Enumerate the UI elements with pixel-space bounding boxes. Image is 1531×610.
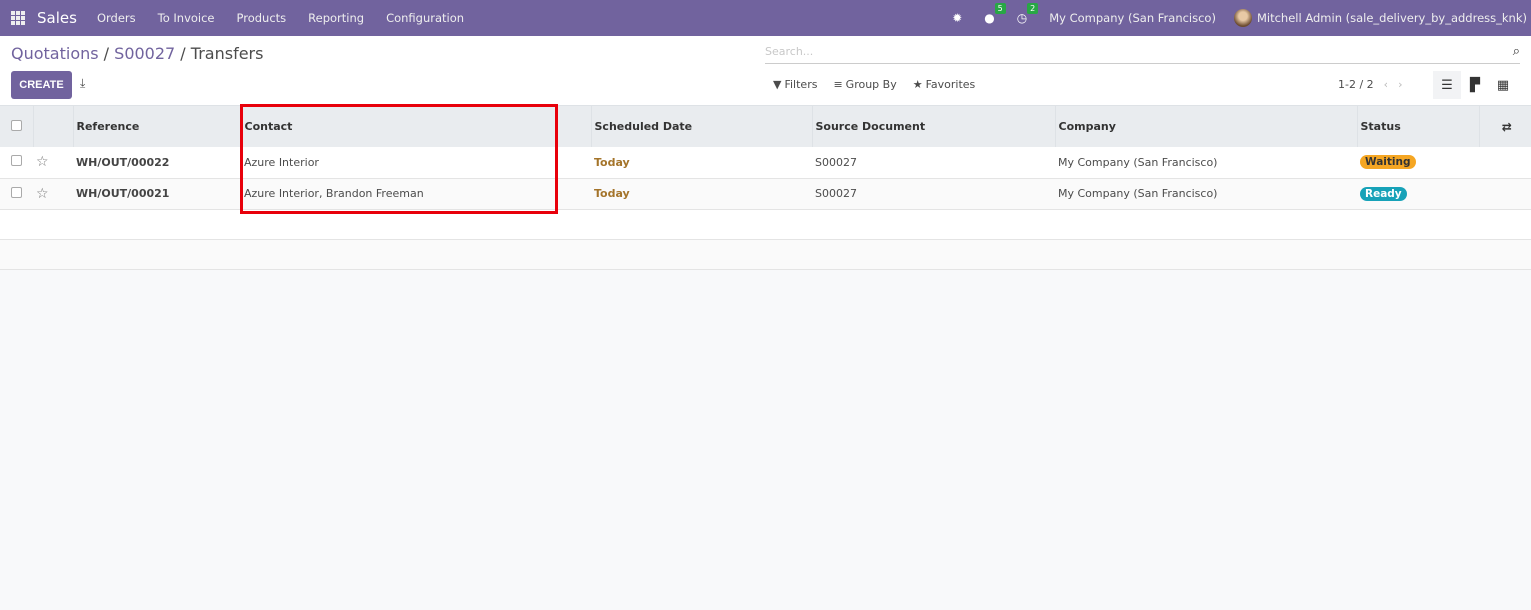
groupby-label: Group By (845, 78, 897, 91)
empty-row (0, 239, 1531, 269)
pager: 1-2 / 2 ‹ › (1338, 78, 1402, 91)
view-switcher: ☰ ▛ ▦ (1433, 71, 1517, 99)
create-button[interactable]: CREATE (11, 71, 72, 99)
company-cell: My Company (San Francisco) (1058, 155, 1218, 169)
row-star-cell: ☆ (33, 178, 73, 209)
clock-icon: ◷ (1016, 11, 1028, 25)
favorites-button[interactable]: ★ Favorites (913, 78, 976, 91)
optional-columns-icon[interactable]: ⇄ (1478, 106, 1531, 147)
messages-button[interactable]: ● 5 (984, 3, 1006, 25)
breadcrumb-order[interactable]: S00027 (114, 44, 175, 63)
chat-icon: ● (984, 11, 995, 25)
calendar-view-button[interactable]: ▦ (1489, 71, 1517, 99)
column-header-source-document[interactable]: Source Document (811, 106, 1055, 147)
status-badge: Waiting (1360, 155, 1416, 170)
chevron-right-icon[interactable]: › (1398, 78, 1402, 91)
column-header-reference[interactable]: Reference (72, 106, 241, 147)
search-bar: ⌕ (765, 40, 1520, 64)
calendar-icon: ▦ (1496, 77, 1510, 93)
user-menu[interactable]: Mitchell Admin (sale_delivery_by_address… (1257, 11, 1527, 25)
breadcrumb-quotations[interactable]: Quotations (11, 44, 99, 63)
column-header-scheduled-date[interactable]: Scheduled Date (590, 106, 812, 147)
breadcrumb: Quotations / S00027 / Transfers (11, 44, 263, 63)
row-checkbox[interactable] (11, 186, 22, 198)
layers-icon: ≡ (833, 78, 843, 91)
breadcrumb-current: Transfers (190, 44, 264, 63)
column-header-company[interactable]: Company (1054, 106, 1357, 147)
activities-badge: 2 (1027, 3, 1039, 14)
top-navbar: Sales Orders To Invoice Products Reporti… (0, 0, 1531, 36)
status-cell: Ready (1357, 178, 1479, 209)
pager-value[interactable]: 1-2 / 2 (1338, 78, 1374, 91)
menu-products[interactable]: Products (237, 11, 287, 25)
search-input[interactable] (765, 45, 1513, 58)
company-switcher[interactable]: My Company (San Francisco) (1049, 11, 1216, 25)
column-header-contact[interactable]: Contact (240, 106, 591, 147)
status-cell: Waiting (1357, 147, 1479, 178)
breadcrumb-separator: / (175, 44, 191, 63)
kanban-view-button[interactable]: ▛ (1461, 71, 1489, 99)
bug-icon[interactable]: ✹ (952, 11, 962, 25)
menu-to-invoice[interactable]: To Invoice (158, 11, 215, 25)
groupby-button[interactable]: ≡ Group By (833, 78, 896, 91)
row-select-cell (0, 178, 33, 209)
contact-cell: Azure Interior (244, 155, 319, 169)
scheduled-date-cell: Today (594, 187, 630, 200)
control-panel: Quotations / S00027 / Transfers CREATE ⤓… (0, 36, 1531, 106)
app-name[interactable]: Sales (37, 9, 77, 27)
column-header-status[interactable]: Status (1356, 106, 1479, 147)
scheduled-date-cell: Today (594, 155, 630, 169)
source-document-cell: S00027 (815, 155, 857, 169)
download-icon[interactable]: ⤓ (80, 76, 85, 91)
search-icon[interactable]: ⌕ (1513, 44, 1520, 59)
apps-menu-button[interactable] (0, 0, 36, 36)
table-row[interactable]: ☆ WH/OUT/00021 Azure Interior, Brandon F… (0, 178, 1531, 209)
chevron-left-icon[interactable]: ‹ (1384, 78, 1388, 91)
empty-cell (1479, 147, 1531, 178)
filters-button[interactable]: ▼ Filters (773, 78, 817, 91)
empty-row (0, 209, 1531, 239)
star-icon: ★ (912, 78, 923, 91)
table-row[interactable]: ☆ WH/OUT/00022 Azure Interior Today S000… (0, 147, 1531, 178)
status-badge: Ready (1360, 186, 1407, 201)
avatar[interactable] (1233, 9, 1252, 27)
reference-cell: WH/OUT/00021 (76, 187, 170, 200)
favorites-label: Favorites (925, 78, 976, 91)
select-all-checkbox[interactable] (11, 119, 22, 131)
transfers-list: Reference Contact Scheduled Date Source … (0, 106, 1531, 270)
breadcrumb-separator: / (98, 44, 115, 63)
list-view-button[interactable]: ☰ (1433, 71, 1461, 99)
menu-reporting[interactable]: Reporting (308, 11, 364, 25)
activities-button[interactable]: ◷ 2 (1016, 3, 1039, 25)
menu-configuration[interactable]: Configuration (386, 11, 464, 25)
empty-cell (1479, 178, 1531, 209)
list-icon: ☰ (1441, 77, 1453, 93)
grid-icon (11, 11, 25, 25)
row-checkbox[interactable] (11, 155, 22, 167)
contact-cell: Azure Interior, Brandon Freeman (244, 187, 424, 200)
menu-orders[interactable]: Orders (97, 11, 136, 25)
star-icon[interactable]: ☆ (36, 154, 49, 170)
star-icon[interactable]: ☆ (36, 186, 49, 202)
search-options: ▼ Filters ≡ Group By ★ Favorites (773, 78, 975, 91)
filters-label: Filters (784, 78, 818, 91)
filter-icon: ▼ (773, 78, 782, 91)
reference-cell: WH/OUT/00022 (76, 155, 170, 169)
messages-badge: 5 (994, 3, 1006, 14)
row-star-cell: ☆ (33, 147, 73, 178)
table-header: Reference Contact Scheduled Date Source … (0, 106, 1531, 147)
company-cell: My Company (San Francisco) (1058, 187, 1218, 200)
kanban-icon: ▛ (1470, 77, 1480, 93)
row-select-cell (0, 147, 33, 178)
favorite-column-header (32, 106, 73, 147)
source-document-cell: S00027 (815, 187, 857, 200)
select-all-cell (0, 106, 33, 147)
